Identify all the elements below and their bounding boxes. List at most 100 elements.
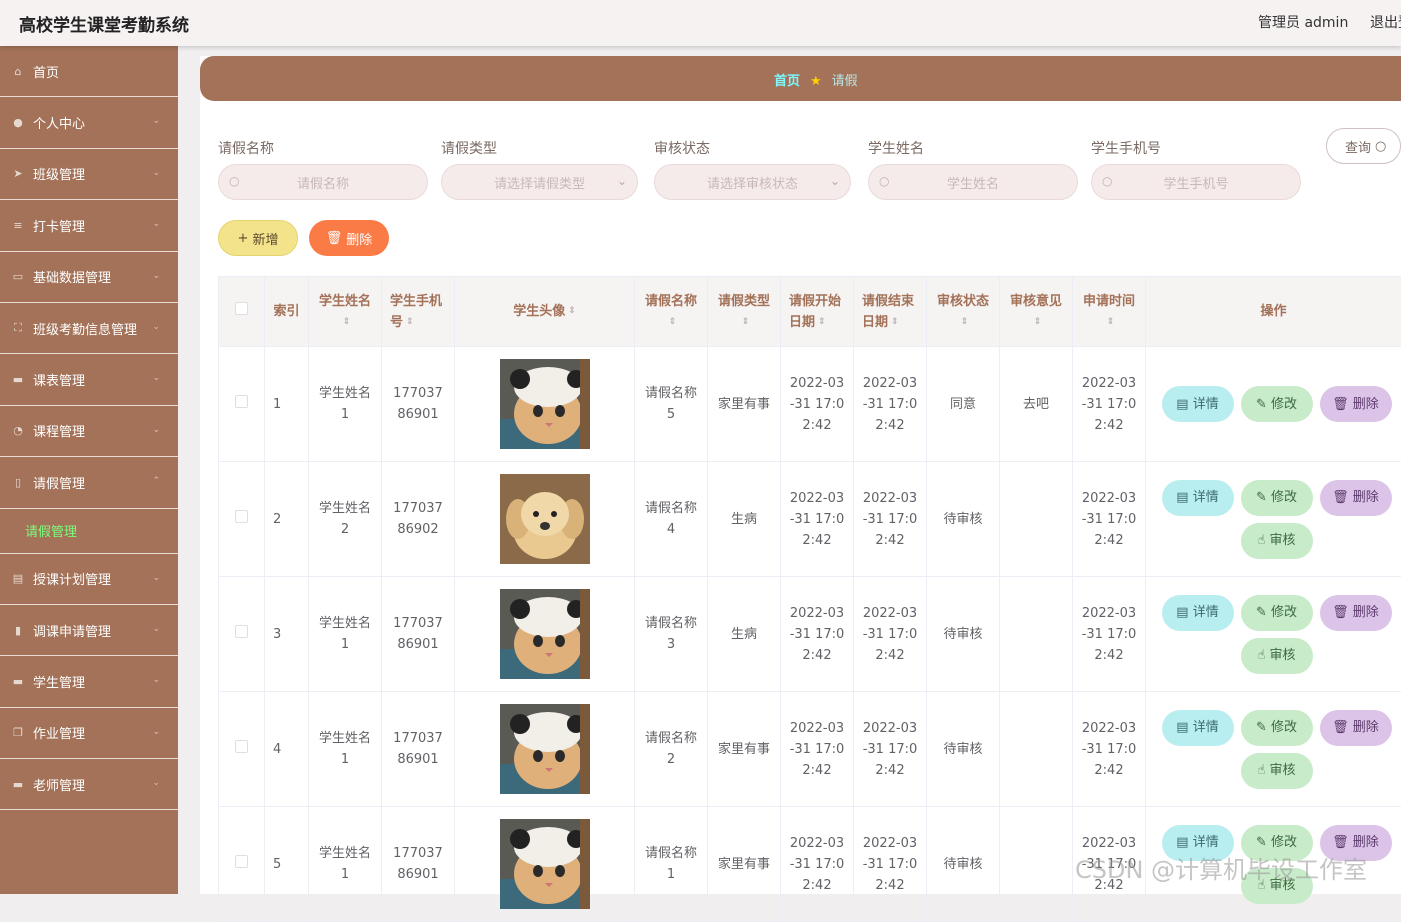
sidebar-item[interactable]: ▯请假管理⌃ xyxy=(0,457,178,508)
cell-leave-type: 家里有事 xyxy=(708,692,781,807)
detail-button[interactable]: ▤ 详情 xyxy=(1162,710,1234,746)
cell-leave-name: 请假名称3 xyxy=(635,577,708,692)
detail-button[interactable]: ▤ 详情 xyxy=(1162,595,1234,631)
row-checkbox[interactable] xyxy=(219,692,265,807)
filter-name-label: 请假名称 xyxy=(218,138,274,158)
col-ops: 操作 xyxy=(1146,277,1401,347)
logout-link[interactable]: 退出登录 xyxy=(1370,12,1401,32)
sidebar-item[interactable]: ≡打卡管理⌄ xyxy=(0,200,178,251)
sidebar-subitem-active[interactable]: 请假管理 xyxy=(0,509,178,554)
col-leave-name[interactable]: 请假名称⇕ xyxy=(635,277,708,347)
edit-button[interactable]: ✎ 修改 xyxy=(1241,386,1313,422)
audit-button[interactable]: ☝ 审核 xyxy=(1241,523,1313,559)
select-all-checkbox[interactable] xyxy=(219,277,265,347)
chevron-icon: ⌄ xyxy=(152,168,160,178)
top-bar: 高校学生课堂考勤系统 管理员 admin 退出登录 xyxy=(0,0,1401,46)
cell-status: 待审核 xyxy=(927,577,1000,692)
row-checkbox[interactable] xyxy=(219,347,265,462)
sidebar-item[interactable]: ▬老师管理⌄ xyxy=(0,759,178,810)
delete-button[interactable]: 🗑 删除 xyxy=(1320,710,1392,746)
query-button[interactable]: 查询○ xyxy=(1326,128,1401,164)
audit-button[interactable]: ☝ 审核 xyxy=(1241,638,1313,674)
edit-button[interactable]: ✎ 修改 xyxy=(1241,710,1313,746)
search-icon: ○ xyxy=(1375,139,1386,154)
cell-student: 学生姓名1 xyxy=(309,347,382,462)
sidebar-item[interactable]: ❐作业管理⌄ xyxy=(0,708,178,759)
chevron-icon: ⌃ xyxy=(152,476,160,486)
leave-name-input[interactable]: ○请假名称 xyxy=(218,164,428,200)
col-phone[interactable]: 学生手机号⇕ xyxy=(382,277,455,347)
col-start[interactable]: 请假开始日期⇕ xyxy=(781,277,854,347)
edit-button[interactable]: ✎ 修改 xyxy=(1241,480,1313,516)
sidebar-item[interactable]: ▤授课计划管理⌄ xyxy=(0,554,178,605)
row-checkbox[interactable] xyxy=(219,577,265,692)
cat-photo xyxy=(500,704,590,794)
sidebar-item-label: 打卡管理 xyxy=(33,216,85,235)
search-icon: ○ xyxy=(229,174,239,188)
row-checkbox[interactable] xyxy=(219,462,265,577)
detail-button[interactable]: ▤ 详情 xyxy=(1162,386,1234,422)
col-status[interactable]: 审核状态⇕ xyxy=(927,277,1000,347)
cell-leave-type: 家里有事 xyxy=(708,807,781,922)
col-student[interactable]: 学生姓名⇕ xyxy=(309,277,382,347)
cell-ops: ▤ 详情✎ 修改🗑 删除☝ 审核 xyxy=(1146,577,1401,692)
app-title: 高校学生课堂考勤系统 xyxy=(19,11,189,36)
cell-avatar xyxy=(455,577,635,692)
sidebar-item[interactable]: ●个人中心⌄ xyxy=(0,97,178,148)
sort-icon: ⇕ xyxy=(1034,312,1042,333)
col-opinion[interactable]: 审核意见⇕ xyxy=(1000,277,1073,347)
cell-start: 2022-03-31 17:02:42 xyxy=(781,347,854,462)
sidebar-item-label: 调课申请管理 xyxy=(33,621,111,640)
cell-leave-name: 请假名称5 xyxy=(635,347,708,462)
sort-icon: ⇕ xyxy=(568,301,576,322)
audit-status-select[interactable]: 请选择审核状态⌄ xyxy=(654,164,851,200)
star-icon: ★ xyxy=(810,74,822,89)
sort-icon: ⇕ xyxy=(669,312,677,333)
sidebar-item-label: 班级管理 xyxy=(33,164,85,183)
sidebar-item-label: 课表管理 xyxy=(33,370,85,389)
cell-leave-type: 家里有事 xyxy=(708,347,781,462)
sidebar-item[interactable]: ◔课程管理⌄ xyxy=(0,406,178,457)
cell-applied: 2022-03-31 17:02:42 xyxy=(1073,462,1146,577)
student-name-input[interactable]: ○学生姓名 xyxy=(868,164,1078,200)
delete-button[interactable]: 🗑 删除 xyxy=(1320,595,1392,631)
leave-type-placeholder: 请选择请假类型 xyxy=(494,173,585,192)
audit-button[interactable]: ☝ 审核 xyxy=(1241,753,1313,789)
sidebar-item[interactable]: ⛶班级考勤信息管理⌄ xyxy=(0,303,178,354)
cell-phone: 17703786901 xyxy=(382,807,455,922)
col-leave-type[interactable]: 请假类型⇕ xyxy=(708,277,781,347)
document-icon: ▤ xyxy=(11,572,25,586)
batch-delete-button[interactable]: 🗑删除 xyxy=(309,220,389,256)
sidebar-item[interactable]: ▬学生管理⌄ xyxy=(0,656,178,707)
row-checkbox[interactable] xyxy=(219,807,265,922)
delete-button[interactable]: 🗑 删除 xyxy=(1320,386,1392,422)
cell-avatar xyxy=(455,347,635,462)
cell-index: 5 xyxy=(265,807,309,922)
sidebar-item[interactable]: ➤班级管理⌄ xyxy=(0,149,178,200)
sidebar-item[interactable]: ▭基础数据管理⌄ xyxy=(0,252,178,303)
leave-table: 索引 学生姓名⇕ 学生手机号⇕ 学生头像⇕ 请假名称⇕ 请假类型⇕ 请假开始日期… xyxy=(218,276,1401,922)
list-icon: ≡ xyxy=(11,218,25,232)
sidebar-item[interactable]: ⌂首页 xyxy=(0,46,178,97)
cell-end: 2022-03-31 17:02:42 xyxy=(854,462,927,577)
admin-label: 管理员 admin xyxy=(1258,12,1348,32)
breadcrumb-home[interactable]: 首页 xyxy=(774,74,800,89)
sidebar-item-label: 请假管理 xyxy=(33,473,85,492)
sidebar-item-label: 首页 xyxy=(33,62,59,81)
col-avatar[interactable]: 学生头像⇕ xyxy=(455,277,635,347)
cat-photo xyxy=(500,819,590,909)
sidebar-item[interactable]: ▬课表管理⌄ xyxy=(0,354,178,405)
trash-icon: 🗑 xyxy=(326,231,343,246)
leave-type-select[interactable]: 请选择请假类型⌄ xyxy=(441,164,638,200)
cell-student: 学生姓名1 xyxy=(309,692,382,807)
student-phone-input[interactable]: ○学生手机号 xyxy=(1091,164,1301,200)
edit-button[interactable]: ✎ 修改 xyxy=(1241,595,1313,631)
sidebar-item[interactable]: ▮调课申请管理⌄ xyxy=(0,605,178,656)
delete-button[interactable]: 🗑 删除 xyxy=(1320,480,1392,516)
col-end[interactable]: 请假结束日期⇕ xyxy=(854,277,927,347)
detail-button[interactable]: ▤ 详情 xyxy=(1162,480,1234,516)
cell-leave-type: 生病 xyxy=(708,462,781,577)
add-button[interactable]: +新增 xyxy=(218,220,298,256)
breadcrumb: 首页★请假 xyxy=(774,70,858,89)
col-applied[interactable]: 申请时间⇕ xyxy=(1073,277,1146,347)
